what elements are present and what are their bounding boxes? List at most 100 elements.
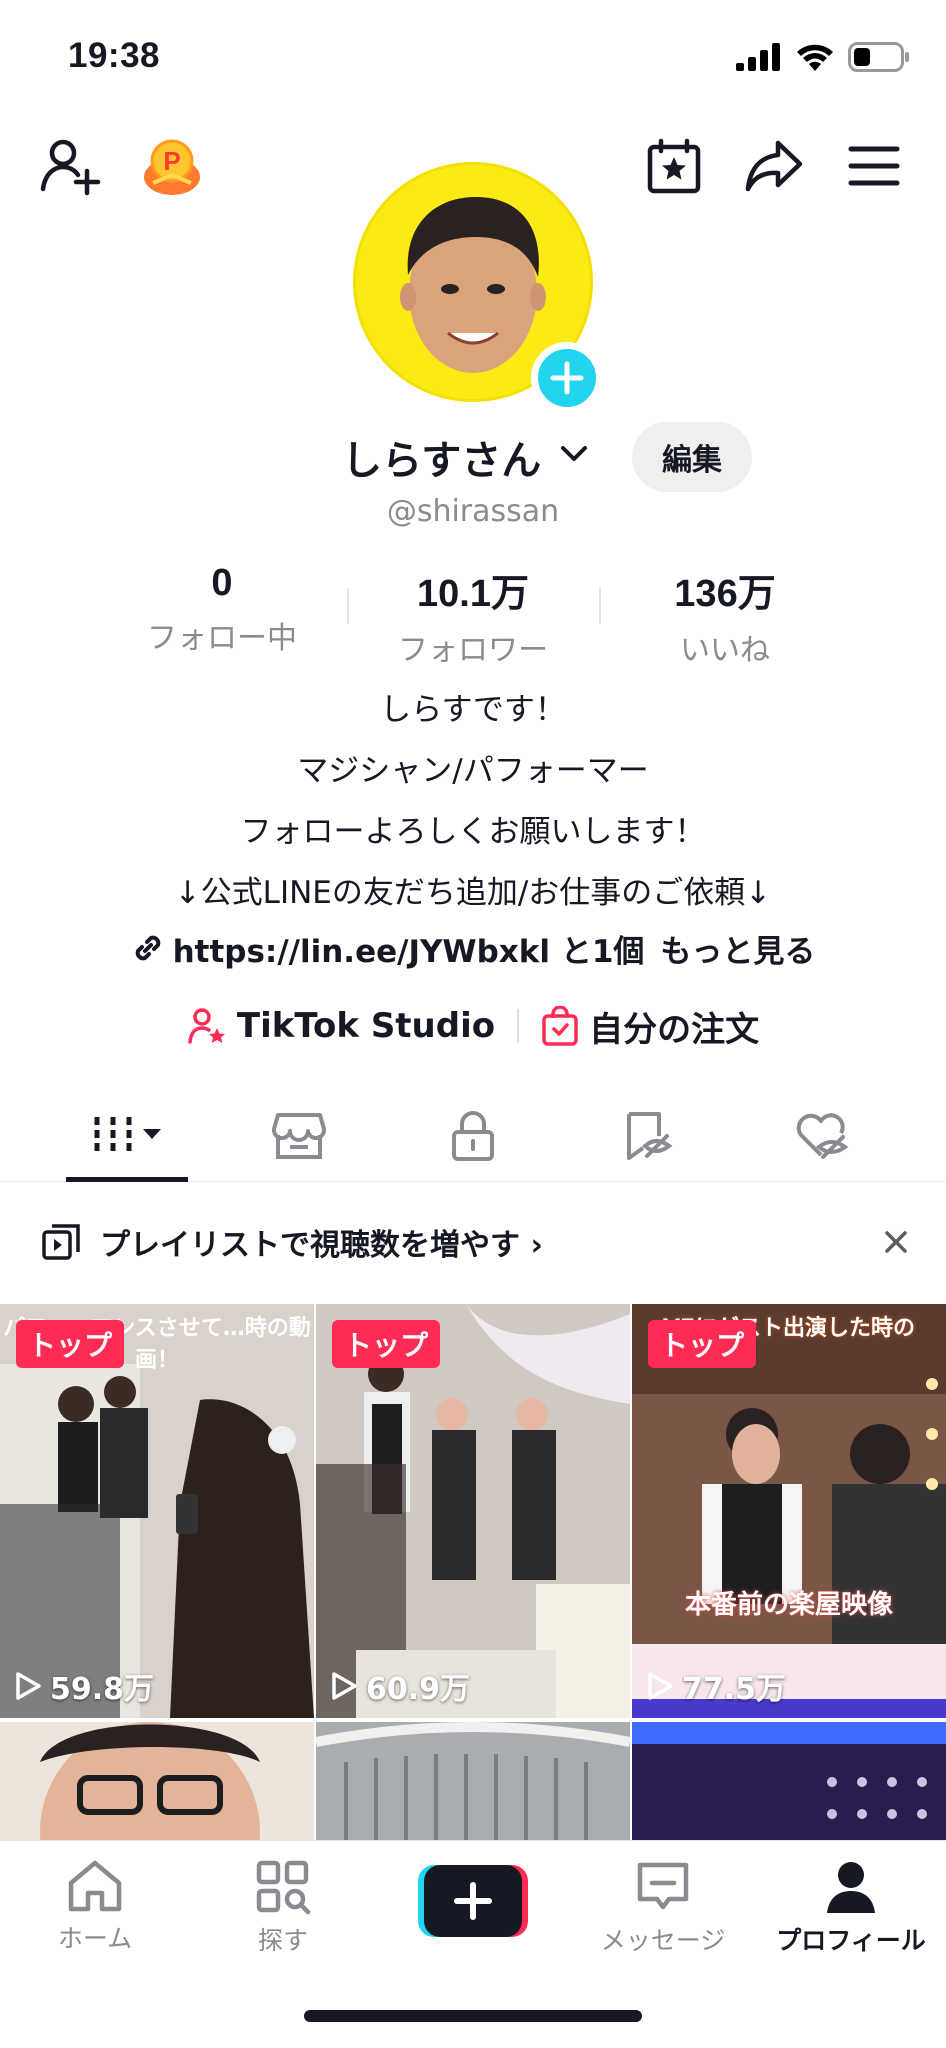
stat-value: 136万: [674, 573, 776, 615]
nav-profile[interactable]: プロフィール: [766, 1859, 936, 1957]
display-name[interactable]: しらすさん: [342, 428, 541, 486]
video-tile[interactable]: [632, 1722, 946, 1842]
pinned-badge: トップ: [648, 1320, 757, 1368]
add-user-icon: [40, 139, 101, 196]
view-count-value: 59.8万: [50, 1672, 155, 1707]
playlist-icon: [42, 1224, 80, 1260]
pinned-badge: トップ: [332, 1320, 441, 1368]
playlist-banner[interactable]: プレイリストで視聴数を増やす ›: [0, 1198, 946, 1286]
see-more-button[interactable]: もっと見る: [660, 926, 815, 971]
storefront-icon: [272, 1113, 326, 1159]
bio-line: しらすです！: [380, 692, 566, 728]
thumbnail-subcaption: 本番前の楽屋映像: [684, 1590, 893, 1620]
tab-shop[interactable]: [236, 1090, 362, 1182]
link-icon: [135, 935, 160, 961]
signal-icon: [736, 43, 780, 71]
tab-favorites[interactable]: [584, 1090, 710, 1182]
profile-icon: [827, 1862, 875, 1913]
wifi-icon: [797, 44, 833, 71]
view-count-value: 77.5万: [682, 1672, 787, 1707]
discover-icon: [256, 1860, 311, 1915]
play-icon: [16, 1672, 41, 1700]
video-tile[interactable]: VEにゲスト出演した時の 本番前の楽屋映像 トップ 77.5万: [632, 1304, 946, 1718]
nav-home[interactable]: ホーム: [10, 1859, 180, 1955]
status-time: 19:38: [68, 36, 161, 75]
tab-liked[interactable]: [758, 1090, 884, 1182]
svg-text:P: P: [163, 146, 180, 176]
avatar-add-button[interactable]: [531, 342, 603, 414]
my-orders-label: 自分の注文: [589, 1009, 760, 1050]
creator-tools-row: TikTok Studio 自分の注文: [0, 996, 946, 1056]
video-tile[interactable]: [316, 1722, 630, 1842]
view-count: 60.9万: [330, 1664, 470, 1708]
bookmark-hidden-icon: [627, 1112, 673, 1160]
creator-star-icon: [188, 1008, 225, 1044]
video-tile[interactable]: パフォーマンスさせて…時の動画！ トップ 59.8万: [0, 1304, 314, 1718]
nav-label: ホーム: [57, 1924, 133, 1953]
close-button[interactable]: [876, 1222, 916, 1262]
calendar-star-icon: [647, 138, 701, 194]
lock-icon: [452, 1111, 494, 1161]
bio: しらすです！ マジシャン/パフォーマー フォローよろしくお願いします！ ↓公式L…: [0, 680, 946, 924]
view-count: 59.8万: [14, 1664, 154, 1708]
menu-button[interactable]: [838, 130, 910, 202]
name-row: しらすさん 編集: [0, 422, 946, 492]
play-icon: [648, 1672, 673, 1700]
bio-line: ↓公式LINEの友だち追加/お仕事のご依頼↓: [174, 875, 772, 911]
active-tab-indicator: [66, 1177, 188, 1182]
tab-videos[interactable]: [64, 1090, 190, 1182]
nav-label: 探す: [257, 1926, 308, 1955]
calendar-button[interactable]: [638, 130, 710, 202]
username: @shirassan: [386, 494, 560, 529]
edit-profile-button[interactable]: 編集: [632, 422, 752, 492]
share-profile-button[interactable]: [738, 130, 810, 202]
nav-label: プロフィール: [776, 1926, 926, 1955]
play-icon: [332, 1672, 357, 1700]
playlist-banner-text: プレイリストで視聴数を増やす ›: [100, 1228, 543, 1263]
home-icon: [68, 1860, 122, 1912]
stats: 0 フォロー中 10.1万 フォロワー 136万 いいね: [0, 562, 946, 668]
battery-icon: [848, 42, 909, 72]
video-thumbnail: [0, 1722, 314, 1842]
home-indicator: [304, 2010, 642, 2022]
divider: [347, 588, 349, 624]
video-thumbnail: [316, 1722, 630, 1842]
bio-link-row: https://lin.ee/JYWbxkl と1個 もっと見る: [0, 918, 946, 978]
nav-discover[interactable]: 探す: [198, 1859, 368, 1957]
view-count-value: 60.9万: [366, 1672, 471, 1707]
shopping-bag-icon: [542, 1006, 578, 1046]
stat-likes[interactable]: 136万 いいね: [605, 562, 845, 669]
bio-link[interactable]: https://lin.ee/JYWbxkl と1個: [173, 926, 645, 971]
plus-icon: [550, 361, 584, 395]
add-friend-button[interactable]: [34, 130, 106, 202]
view-count: 77.5万: [646, 1664, 786, 1708]
stat-followers[interactable]: 10.1万 フォロワー: [353, 562, 593, 669]
tab-private[interactable]: [410, 1090, 536, 1182]
tiktok-studio-button[interactable]: TikTok Studio: [165, 1006, 517, 1046]
video-tile[interactable]: トップ 60.9万: [316, 1304, 630, 1718]
coin-bag-icon: P: [144, 139, 200, 195]
inbox-icon: [637, 1862, 689, 1910]
points-button[interactable]: P: [136, 130, 208, 202]
avatar[interactable]: [353, 162, 603, 414]
create-icon: [418, 1865, 528, 1937]
tiktok-studio-label: TikTok Studio: [236, 1006, 496, 1046]
close-icon: [885, 1231, 907, 1253]
nav-inbox[interactable]: メッセージ: [578, 1859, 748, 1957]
stat-value: 10.1万: [417, 573, 529, 615]
hamburger-menu-icon: [848, 146, 900, 186]
create-button[interactable]: [418, 1865, 528, 1937]
pinned-badge: トップ: [16, 1320, 125, 1368]
status-bar: 19:38: [0, 0, 946, 110]
bio-line: マジシャン/パフォーマー: [297, 753, 649, 789]
stat-label: フォロワー: [398, 633, 548, 668]
stat-following[interactable]: 0 フォロー中: [102, 562, 342, 657]
status-icons: [736, 42, 910, 72]
bio-line: フォローよろしくお願いします！: [240, 814, 706, 850]
stat-label: フォロー中: [147, 621, 297, 656]
stat-label: いいね: [680, 633, 770, 668]
nav-label: メッセージ: [600, 1926, 726, 1955]
chevron-down-icon[interactable]: [560, 444, 588, 464]
my-orders-button[interactable]: 自分の注文: [519, 1002, 781, 1051]
video-tile[interactable]: [0, 1722, 314, 1842]
